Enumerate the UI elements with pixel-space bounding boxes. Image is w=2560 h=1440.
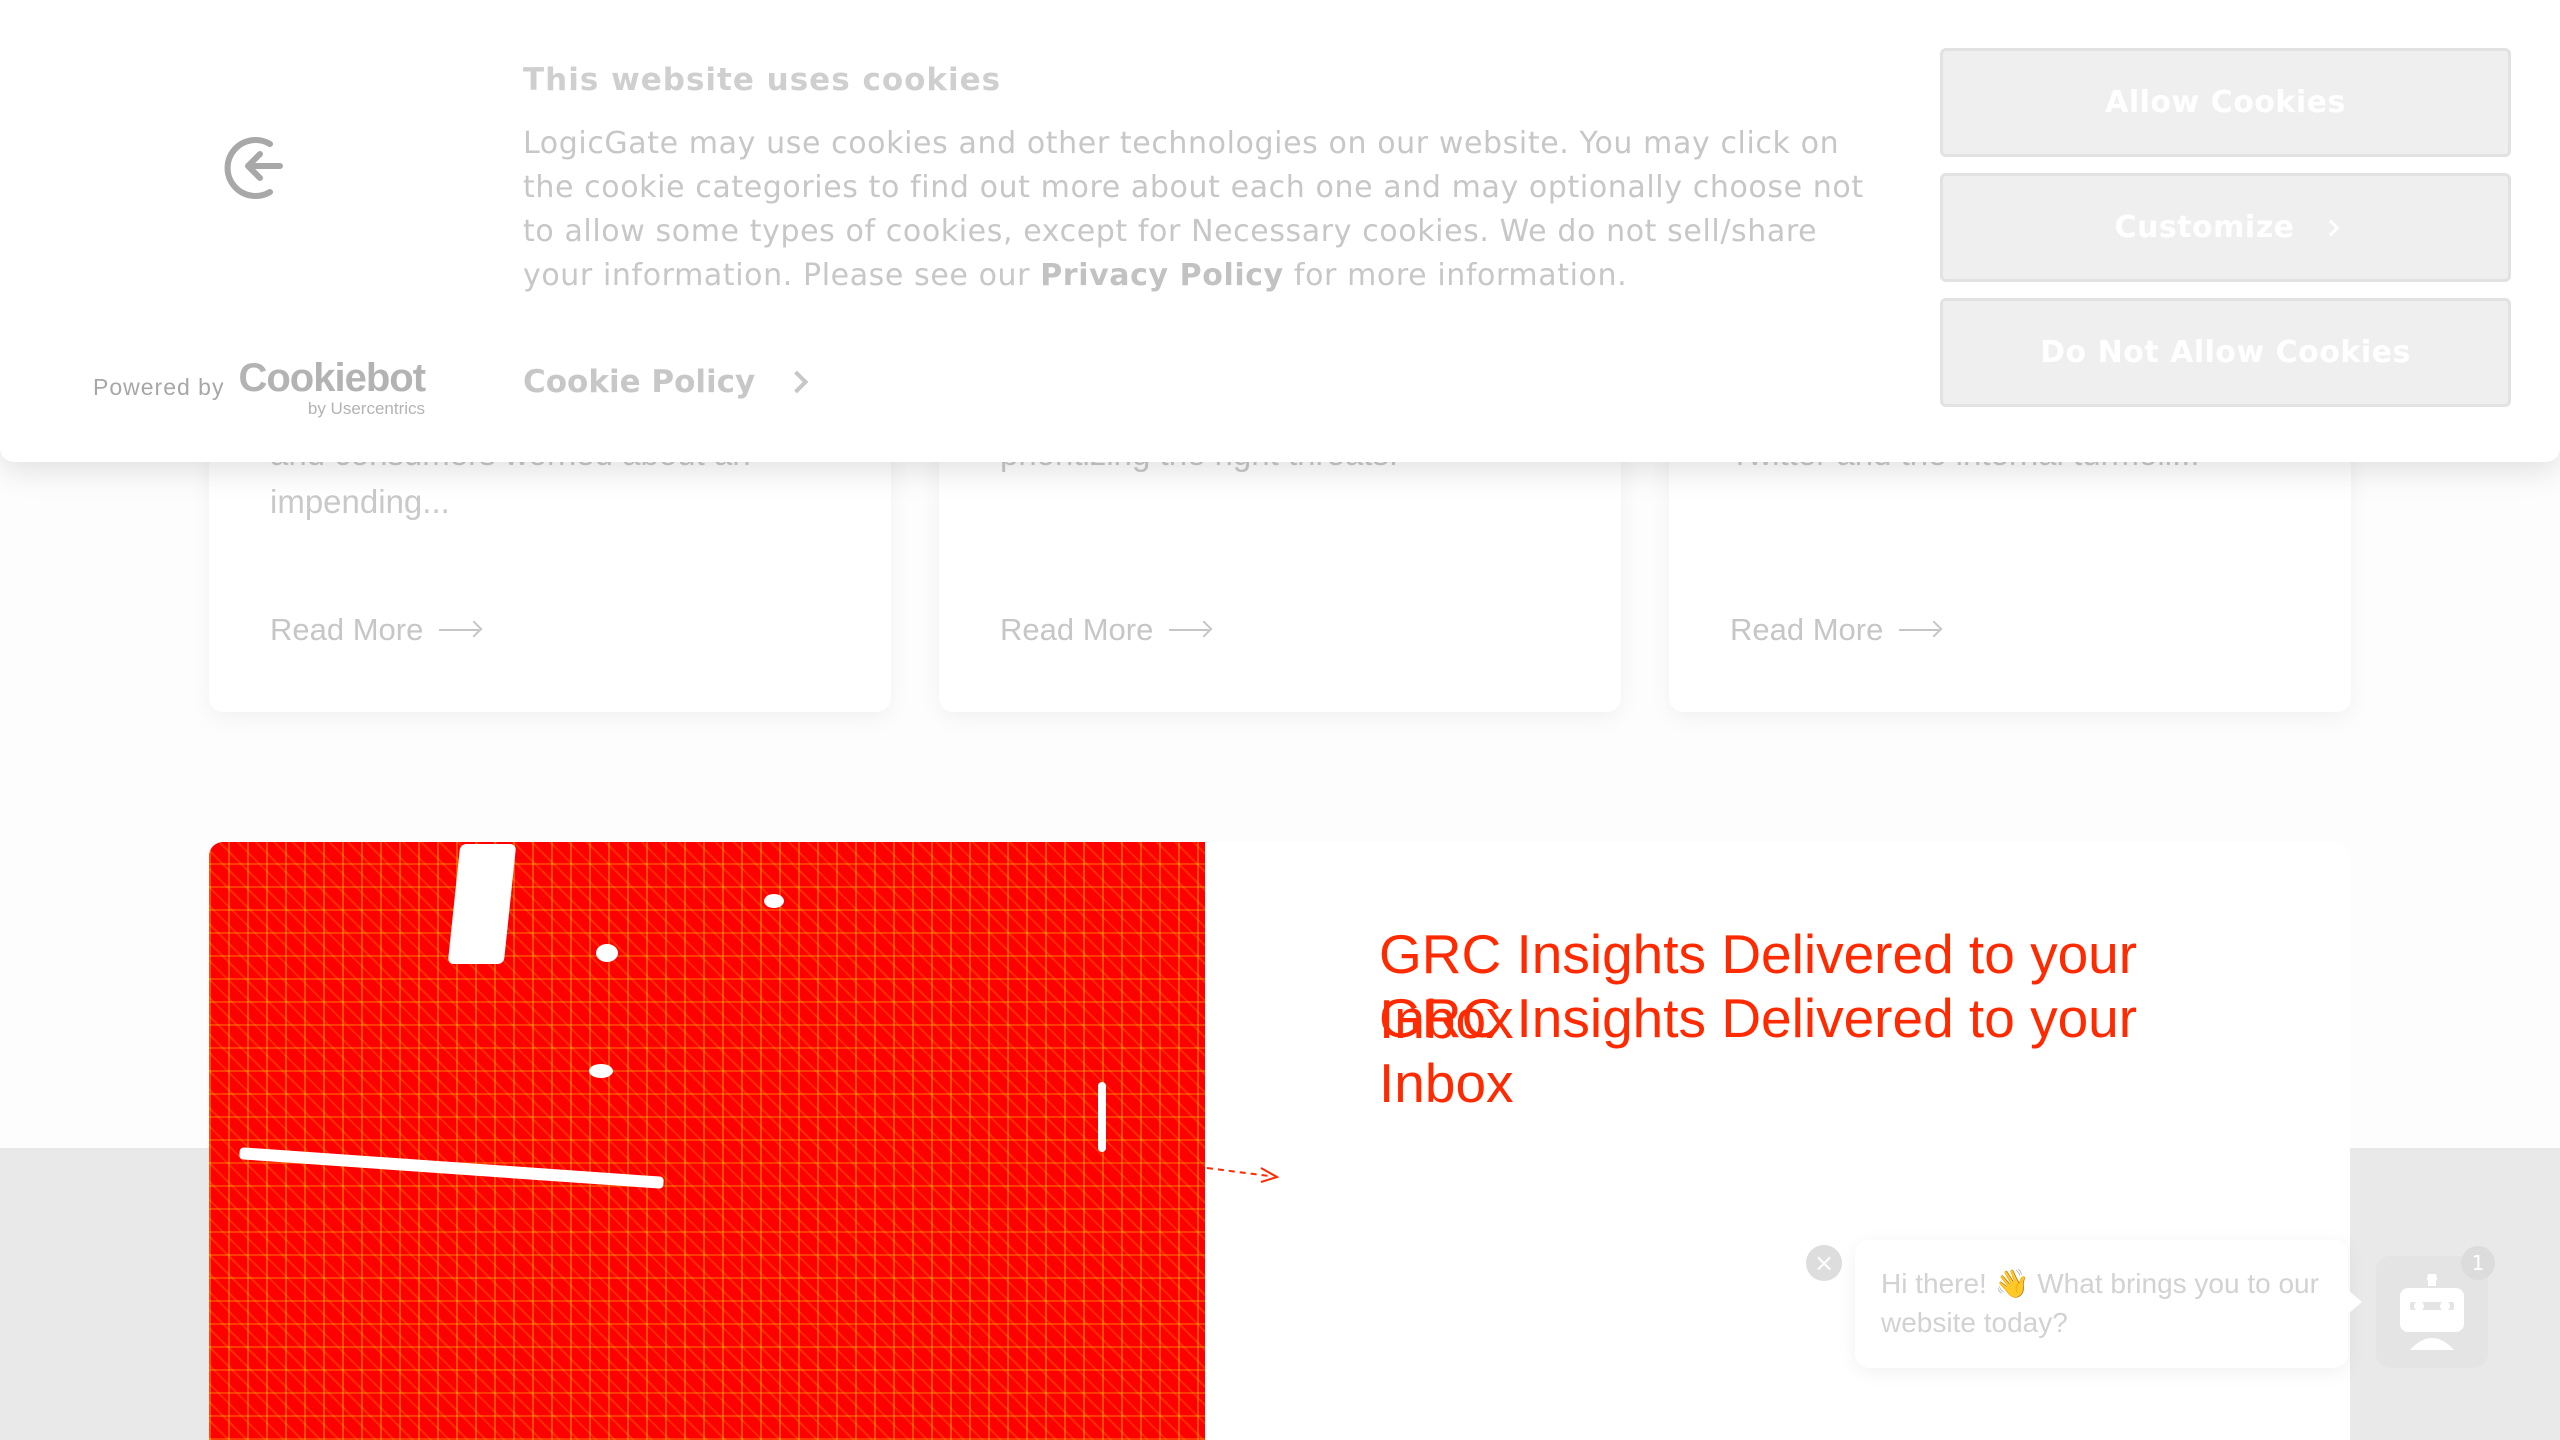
cookie-banner-title: This website uses cookies xyxy=(523,62,1002,98)
chevron-right-icon xyxy=(785,370,809,394)
cookie-policy-link[interactable]: Cookie Policy xyxy=(523,364,809,400)
chat-greeting-text: Hi there! 👋 What brings you to our websi… xyxy=(1881,1268,2319,1338)
powered-by-label: Powered by xyxy=(93,374,225,400)
dashed-arrow-icon xyxy=(1206,1167,1280,1183)
newsletter-image xyxy=(209,842,1205,1440)
cookie-policy-label: Cookie Policy xyxy=(523,364,756,400)
cookiebot-brand-name: Cookiebot xyxy=(238,356,426,400)
cookie-body-suffix: for more information. xyxy=(1283,258,1628,293)
privacy-policy-link[interactable]: Privacy Policy xyxy=(1040,258,1284,293)
chatbot-icon xyxy=(2400,1274,2464,1350)
allow-cookies-label: Allow Cookies xyxy=(2105,85,2346,120)
read-more-link[interactable]: Read More xyxy=(1730,612,1943,648)
allow-cookies-button[interactable]: Allow Cookies xyxy=(1940,48,2511,157)
cookie-banner-body: LogicGate may use cookies and other tech… xyxy=(523,122,1893,298)
read-more-link[interactable]: Read More xyxy=(270,612,483,648)
customize-button[interactable]: Customize xyxy=(1940,173,2511,282)
read-more-label: Read More xyxy=(270,612,424,647)
powered-by-cookiebot[interactable]: Powered by Cookiebot by Usercentrics xyxy=(93,356,426,418)
cookie-logo-icon xyxy=(224,137,283,199)
read-more-label: Read More xyxy=(1000,612,1154,647)
read-more-link[interactable]: Read More xyxy=(1000,612,1213,648)
customize-label: Customize xyxy=(2114,210,2295,245)
read-more-label: Read More xyxy=(1730,612,1884,647)
deny-cookies-label: Do Not Allow Cookies xyxy=(2040,335,2411,370)
chat-unread-badge: 1 xyxy=(2461,1246,2495,1280)
chevron-right-icon xyxy=(2322,219,2340,236)
arrow-right-icon xyxy=(1169,623,1213,637)
chat-greeting-bubble[interactable]: Hi there! 👋 What brings you to our websi… xyxy=(1855,1240,2362,1368)
cookie-banner: Powered by Cookiebot by Usercentrics Thi… xyxy=(0,0,2560,462)
cookiebot-logo: Cookiebot by Usercentrics xyxy=(238,356,426,418)
arrow-right-icon xyxy=(1899,623,1943,637)
cookiebot-brand-sub: by Usercentrics xyxy=(307,399,426,418)
newsletter-title-duplicate: GRC Insights Delivered to your Inbox xyxy=(1379,987,2138,1114)
deny-cookies-button[interactable]: Do Not Allow Cookies xyxy=(1940,298,2511,407)
chat-close-button[interactable]: × xyxy=(1806,1245,1842,1281)
arrow-right-icon xyxy=(439,623,483,637)
